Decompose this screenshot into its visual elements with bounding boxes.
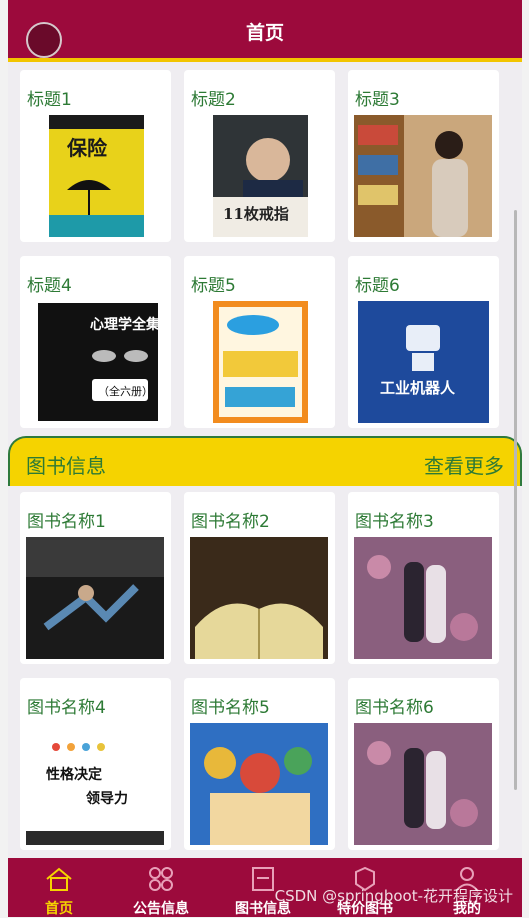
book-icon <box>252 867 274 891</box>
home-icon <box>46 867 72 891</box>
book-title: 图书名称6 <box>355 698 434 718</box>
svg-text:领导力: 领导力 <box>86 790 128 807</box>
banner-card-1[interactable]: 标题1 保险 <box>20 70 171 242</box>
tab-notices[interactable]: 公告信息 <box>110 858 212 917</box>
book-title: 图书名称1 <box>27 512 106 532</box>
couple-night-photo <box>354 723 492 845</box>
card-title: 标题3 <box>355 90 400 110</box>
see-more-link[interactable]: 查看更多 <box>424 450 504 479</box>
book-title: 图书名称2 <box>191 512 270 532</box>
book-title: 图书名称3 <box>355 512 434 532</box>
book-card-4[interactable]: 图书名称4 性格决定 领导力 <box>20 678 171 850</box>
industrial-robot-book-cover: 工业机器人 <box>358 301 489 423</box>
book-card-2[interactable]: 图书名称2 <box>184 492 335 664</box>
section-title: 图书信息 <box>26 454 106 478</box>
book-title: 图书名称5 <box>191 698 270 718</box>
card-title: 标题1 <box>27 90 72 110</box>
svg-text:性格决定: 性格决定 <box>46 766 102 783</box>
card-title: 标题2 <box>191 90 236 110</box>
psychology-collection-cover: 心理学全集 （全六册） <box>32 301 162 423</box>
banner-card-3[interactable]: 标题3 <box>348 70 499 242</box>
page-title: 首页 <box>245 22 284 44</box>
tab-label: 公告信息 <box>133 901 189 917</box>
scrollbar[interactable] <box>514 210 517 790</box>
svg-text:心理学全集: 心理学全集 <box>90 316 161 333</box>
couple-night-photo <box>354 537 492 659</box>
book-section-header: 图书信息 查看更多 <box>8 436 522 486</box>
book-card-1[interactable]: 图书名称1 <box>20 492 171 664</box>
book-card-5[interactable]: 图书名称5 <box>184 678 335 850</box>
chinese-reading-book-cover <box>213 301 308 423</box>
insurance-book-cover: 保险 <box>49 115 144 237</box>
banner-card-2[interactable]: 标题2 11枚戒指 <box>184 70 335 242</box>
tab-home[interactable]: 首页 <box>8 858 110 917</box>
book-card-3[interactable]: 图书名称3 <box>348 492 499 664</box>
svg-text:11枚戒指: 11枚戒指 <box>223 205 289 223</box>
open-book-photo <box>190 537 328 659</box>
svg-text:保险: 保险 <box>66 136 108 160</box>
library-reader-photo <box>354 115 492 237</box>
book-card-6[interactable]: 图书名称6 <box>348 678 499 850</box>
card-title: 标题4 <box>27 276 72 296</box>
card-title: 标题5 <box>191 276 236 296</box>
svg-text:（全六册）: （全六册） <box>98 384 153 398</box>
tab-label: 首页 <box>45 901 73 917</box>
grid-icon <box>149 867 173 891</box>
watermark: CSDN @springboot-花开程序设计 <box>274 887 513 905</box>
book-title: 图书名称4 <box>27 698 106 718</box>
one-piece-poster <box>190 723 328 845</box>
banner-card-4[interactable]: 标题4 心理学全集 （全六册） <box>20 256 171 428</box>
app-header: 首页 <box>8 0 522 62</box>
banner-card-5[interactable]: 标题5 <box>184 256 335 428</box>
running-man-book-cover <box>26 537 164 659</box>
svg-text:工业机器人: 工业机器人 <box>380 379 456 397</box>
banner-card-6[interactable]: 标题6 工业机器人 <box>348 256 499 428</box>
card-title: 标题6 <box>355 276 400 296</box>
eleven-rings-book-cover: 11枚戒指 <box>213 115 308 237</box>
leadership-book-cover: 性格决定 领导力 <box>26 723 164 845</box>
